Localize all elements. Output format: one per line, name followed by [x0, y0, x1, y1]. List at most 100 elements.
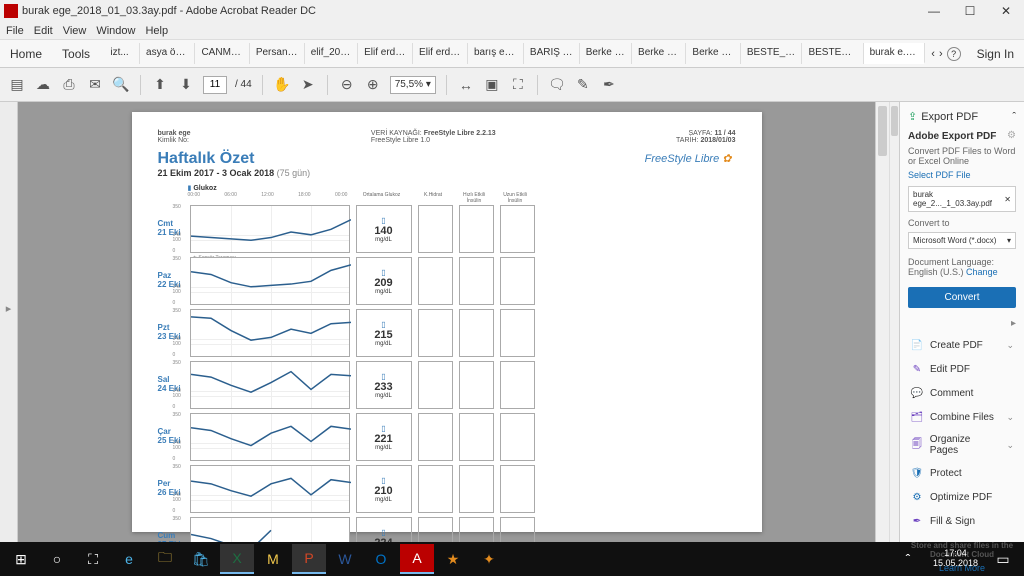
selected-file[interactable]: burak ege_2..._1_03.3ay.pdf✕ — [908, 186, 1016, 212]
document-tab[interactable]: Berke Ü... — [686, 43, 740, 64]
fit-page-icon[interactable]: ▣ — [483, 76, 501, 94]
data-box — [500, 465, 535, 513]
settings-icon[interactable]: ⚙ — [1007, 130, 1016, 141]
word-icon[interactable]: W — [328, 544, 362, 574]
close-button[interactable]: ✕ — [992, 4, 1020, 18]
pdf-page: burak ege Kimlik No: VERİ KAYNAĞI: FreeS… — [132, 112, 762, 532]
panel-item[interactable]: ⚙Optimize PDF — [908, 485, 1016, 509]
expand-left-icon[interactable]: ▸ — [0, 302, 17, 315]
document-tab[interactable]: CANMA... — [195, 43, 249, 64]
document-tab[interactable]: izt... — [100, 43, 140, 64]
tools-button[interactable]: Tools — [52, 43, 100, 65]
tab-close-icon[interactable]: × — [913, 47, 922, 58]
app1-icon[interactable]: M — [256, 544, 290, 574]
app3-icon[interactable]: ✦ — [472, 544, 506, 574]
print-icon[interactable]: ⎙ — [60, 76, 78, 94]
page-input[interactable] — [203, 76, 227, 94]
panel-item-icon: 🗐 — [910, 438, 924, 452]
scroll-thumb[interactable] — [878, 106, 887, 156]
start-button[interactable]: ⊞ — [4, 544, 38, 574]
sidebar-toggle-icon[interactable]: ▤ — [8, 76, 26, 94]
data-box — [500, 257, 535, 305]
menu-edit[interactable]: Edit — [34, 25, 53, 37]
doc-scrollbar[interactable] — [875, 102, 889, 542]
format-select[interactable]: Microsoft Word (*.docx)▾ — [908, 232, 1016, 249]
clock[interactable]: 17:0415.05.2018 — [927, 549, 984, 569]
panel-item[interactable]: 📄Create PDF⌄ — [908, 333, 1016, 357]
hand-tool-icon[interactable]: ✋ — [273, 76, 291, 94]
expand-right-icon[interactable]: ▸ — [908, 318, 1016, 329]
tray-up-icon[interactable]: ˆ — [891, 544, 925, 574]
taskview-icon[interactable]: ⛶ — [76, 544, 110, 574]
maximize-button[interactable]: ☐ — [956, 4, 984, 18]
select-tool-icon[interactable]: ➤ — [299, 76, 317, 94]
acrobat-icon[interactable]: A — [400, 544, 434, 574]
document-tab[interactable]: asya özt... — [140, 43, 195, 64]
search-icon[interactable]: 🔍 — [112, 76, 130, 94]
document-tab[interactable]: barış eki... — [468, 43, 524, 64]
page-up-icon[interactable]: ⬆ — [151, 76, 169, 94]
excel-icon[interactable]: X — [220, 544, 254, 574]
menubar: File Edit View Window Help — [0, 22, 1024, 40]
menu-file[interactable]: File — [6, 25, 24, 37]
tab-prev[interactable]: ‹ — [931, 48, 935, 60]
menu-view[interactable]: View — [63, 25, 87, 37]
panel-item[interactable]: ✎Edit PDF — [908, 357, 1016, 381]
avg-glucose-box: ▯215mg/dL — [356, 309, 412, 357]
chevron-up-icon[interactable]: ˆ — [1012, 111, 1016, 123]
document-tab[interactable]: Elif erdo... — [413, 43, 468, 64]
zoom-in-icon[interactable]: ⊕ — [364, 76, 382, 94]
zoom-select[interactable]: 75,5% ▾ — [390, 76, 436, 94]
highlight-icon[interactable]: ✎ — [574, 76, 592, 94]
store-icon[interactable]: 🛍 — [184, 544, 218, 574]
document-tab[interactable]: elif_201... — [305, 43, 358, 64]
document-area[interactable]: burak ege Kimlik No: VERİ KAYNAĞI: FreeS… — [18, 102, 875, 542]
comment-icon[interactable]: 🗨 — [548, 76, 566, 94]
save-icon[interactable]: ☁ — [34, 76, 52, 94]
document-tab[interactable]: BESTE_2... — [741, 43, 803, 64]
app2-icon[interactable]: ★ — [436, 544, 470, 574]
minimize-button[interactable]: — — [920, 4, 948, 18]
panel-item-icon: ⚙ — [910, 490, 924, 504]
page-down-icon[interactable]: ⬇ — [177, 76, 195, 94]
email-icon[interactable]: ✉ — [86, 76, 104, 94]
panel-item[interactable]: 💬Comment — [908, 381, 1016, 405]
help-icon[interactable]: ? — [947, 47, 961, 61]
notifications-icon[interactable]: ▭ — [986, 544, 1020, 574]
edge-icon[interactable]: e — [112, 544, 146, 574]
left-gutter[interactable]: ▸ — [0, 102, 18, 542]
document-tab[interactable]: BARIŞ T... — [524, 43, 580, 64]
document-tab[interactable]: Berke Ü... — [632, 43, 686, 64]
signin-button[interactable]: Sign In — [967, 43, 1024, 65]
day-row: Çar25 Eki3501401000▯221mg/dL — [158, 413, 736, 461]
panel-item[interactable]: 🗐Organize Pages⌄ — [908, 429, 1016, 461]
document-tab[interactable]: burak e... × — [864, 43, 926, 64]
tab-next[interactable]: › — [939, 48, 943, 60]
data-box — [500, 309, 535, 357]
panel-scrollbar[interactable] — [889, 102, 899, 542]
home-button[interactable]: Home — [0, 43, 52, 65]
panel-item[interactable]: 🗂Combine Files⌄ — [908, 405, 1016, 429]
explorer-icon[interactable]: 🗀 — [148, 544, 182, 574]
document-tab[interactable]: Persanti... — [250, 43, 305, 64]
read-mode-icon[interactable]: ⛶ — [509, 76, 527, 94]
fit-width-icon[interactable]: ↔ — [457, 76, 475, 94]
avg-glucose-box: ▯140mg/dL — [356, 205, 412, 253]
panel-item[interactable]: ✒Fill & Sign — [908, 509, 1016, 533]
outlook-icon[interactable]: O — [364, 544, 398, 574]
zoom-out-icon[interactable]: ⊖ — [338, 76, 356, 94]
select-file-link[interactable]: Select PDF File — [908, 170, 1016, 180]
change-lang-link[interactable]: Change — [966, 267, 998, 277]
document-tab[interactable]: BESTE_k... — [802, 43, 863, 64]
sign-icon[interactable]: ✒ — [600, 76, 618, 94]
convert-button[interactable]: Convert — [908, 287, 1016, 308]
document-tab[interactable]: Berke s... — [580, 43, 632, 64]
document-tab[interactable]: Elif erdo... — [358, 43, 413, 64]
panel-item[interactable]: 🛡Protect — [908, 461, 1016, 485]
export-pdf-header[interactable]: ⇪Export PDF ˆ — [908, 108, 1016, 125]
menu-help[interactable]: Help — [145, 25, 168, 37]
search-taskbar-icon[interactable]: ○ — [40, 544, 74, 574]
powerpoint-icon[interactable]: P — [292, 544, 326, 574]
remove-file-icon[interactable]: ✕ — [1004, 195, 1011, 204]
menu-window[interactable]: Window — [96, 25, 135, 37]
